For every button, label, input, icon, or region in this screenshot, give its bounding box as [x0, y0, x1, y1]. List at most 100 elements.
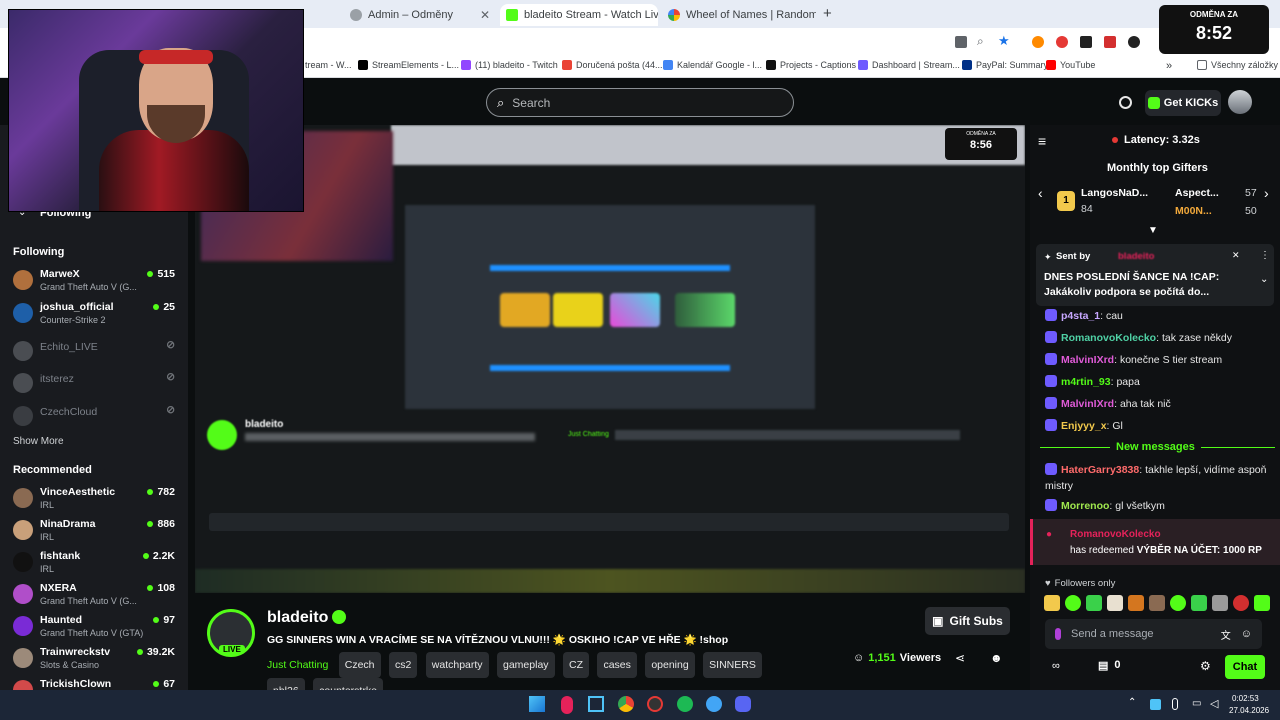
user-avatar[interactable]: [1228, 90, 1252, 114]
bookmark-item[interactable]: Doručená pošta (44...: [562, 60, 663, 70]
translate-icon[interactable]: 文: [1221, 627, 1231, 642]
windows-start-icon[interactable]: [529, 696, 545, 712]
pinned-message[interactable]: ✦ Sent by bladeito DNES POSLEDNÍ ŠANCE N…: [1036, 244, 1274, 306]
extension-icon[interactable]: [1032, 36, 1044, 48]
bookmark-item[interactable]: tream - W...: [305, 60, 352, 70]
more-icon[interactable]: ⋮: [1260, 250, 1270, 261]
chat-input[interactable]: Send a message 文 ☺: [1045, 619, 1262, 649]
bookmark-item[interactable]: Dashboard | Stream...: [858, 60, 960, 70]
app-icon[interactable]: [588, 696, 604, 712]
emoji-icon[interactable]: ☺: [1241, 628, 1252, 640]
settings-icon[interactable]: ⚙: [1200, 659, 1211, 673]
emote-icon[interactable]: [1212, 595, 1228, 611]
tab-wheel-of-names[interactable]: Wheel of Names | Random nam ✕: [662, 4, 816, 26]
emote-icon[interactable]: [1149, 595, 1165, 611]
spotify-icon[interactable]: [677, 696, 693, 712]
sidebar-item-ninadrama[interactable]: NinaDrama IRL 886: [13, 518, 181, 546]
emote-icon[interactable]: [1065, 595, 1081, 611]
bookmark-star-icon[interactable]: ★: [998, 33, 1010, 49]
sidebar-item-joshua[interactable]: joshua_official Counter-Strike 2 25: [13, 301, 181, 329]
sidebar-item-itsterez[interactable]: itsterez ⊘: [13, 371, 181, 399]
emote-icon[interactable]: [1170, 595, 1186, 611]
chat-message[interactable]: p4sta_1: cau: [1045, 308, 1275, 324]
tray-icon[interactable]: [1150, 699, 1161, 710]
share-icon[interactable]: ⋖: [955, 651, 965, 665]
microphone-icon[interactable]: [1172, 698, 1178, 710]
extension-icon[interactable]: [1104, 36, 1116, 48]
emote-icon[interactable]: [1107, 595, 1123, 611]
search-bar[interactable]: ⌕ Search: [486, 88, 794, 117]
show-more-link[interactable]: Show More: [13, 436, 64, 447]
chevron-up-icon[interactable]: ⌃: [1128, 697, 1136, 708]
emote-icon[interactable]: [1044, 595, 1060, 611]
clock-date[interactable]: 27.04.2026: [1229, 706, 1269, 715]
chevron-right-icon[interactable]: ›: [1264, 185, 1269, 201]
gifter-1[interactable]: 1 LangosNaD... 84: [1057, 187, 1157, 217]
all-bookmarks-folder[interactable]: Všechny záložky: [1197, 60, 1278, 70]
emote-icon[interactable]: [1086, 595, 1102, 611]
sidebar-item-trainwreckstv[interactable]: Trainwreckstv Slots & Casino 39.2K: [13, 646, 181, 674]
close-icon[interactable]: ✕: [480, 8, 490, 22]
emote-icon[interactable]: [1191, 595, 1207, 611]
tag-czech[interactable]: Czech: [338, 652, 381, 678]
bookmark-item[interactable]: PayPal: Summary: [962, 60, 1048, 70]
app-icon[interactable]: [561, 696, 573, 714]
sidebar-item-haunted[interactable]: Haunted Grand Theft Auto V (GTA) 97: [13, 614, 181, 642]
bookmark-item[interactable]: YouTube: [1046, 60, 1095, 70]
get-kicks-button[interactable]: Get KICKs: [1145, 90, 1221, 116]
collapse-chat-icon[interactable]: ≡: [1038, 133, 1046, 149]
chat-message[interactable]: RomanovoKolecko: tak zase někdy: [1045, 330, 1275, 346]
more-bookmarks-icon[interactable]: »: [1166, 60, 1172, 72]
translate-icon[interactable]: [955, 36, 967, 48]
chevron-down-icon[interactable]: ⌄: [1260, 274, 1268, 285]
bookmark-item[interactable]: StreamElements - L...: [358, 60, 459, 70]
sidebar-item-trickishclown[interactable]: TrickishClown 67: [13, 678, 181, 690]
extension-icon[interactable]: [1128, 36, 1140, 48]
app-icon[interactable]: [647, 696, 663, 712]
new-tab-button[interactable]: +: [823, 5, 832, 22]
extension-icon[interactable]: [1080, 36, 1092, 48]
emote-icon[interactable]: [1254, 595, 1270, 611]
sidebar-item-fishtank[interactable]: fishtank IRL 2.2K: [13, 550, 181, 578]
tag-cz[interactable]: CZ: [562, 652, 589, 678]
network-icon[interactable]: ▭: [1192, 698, 1201, 709]
tag-gameplay[interactable]: gameplay: [497, 652, 555, 678]
tab-bladeito-stream[interactable]: bladeito Stream - Watch Live o ✕: [500, 4, 658, 26]
chat-message[interactable]: Morrenoo: gl všetkym: [1045, 498, 1275, 514]
sidebar-item-echito[interactable]: Echito_LIVE ⊘: [13, 339, 181, 367]
emote-icon[interactable]: [1128, 595, 1144, 611]
volume-icon[interactable]: ◁: [1210, 697, 1218, 710]
tag-watchparty[interactable]: watchparty: [425, 652, 489, 678]
chevron-left-icon[interactable]: ‹: [1038, 185, 1043, 201]
chat-message[interactable]: MalvinIXrd: aha tak nič: [1045, 396, 1275, 412]
bookmark-item[interactable]: Projects - Captions: [766, 60, 856, 70]
discord-icon[interactable]: [735, 696, 751, 712]
streamer-name[interactable]: bladeito: [267, 609, 328, 627]
chest-points[interactable]: ▤ 0: [1098, 659, 1121, 672]
chat-message[interactable]: Enjyyy_x: Gl: [1045, 418, 1275, 434]
zoom-icon[interactable]: ⌕: [977, 34, 984, 49]
sidebar-item-marwex[interactable]: MarweX Grand Theft Auto V (G... 515: [13, 268, 181, 296]
gift-subs-button[interactable]: ▣ Gift Subs: [925, 607, 1010, 635]
unpin-icon[interactable]: ✕: [1232, 250, 1240, 261]
gifter-2[interactable]: Aspect... 57: [1163, 187, 1263, 201]
bookmark-item[interactable]: Kalendář Google - l...: [663, 60, 762, 70]
clock-time[interactable]: 0:02:53: [1232, 694, 1259, 703]
chrome-icon[interactable]: [618, 696, 634, 712]
tag-cs2[interactable]: cs2: [388, 652, 418, 678]
tag-opening[interactable]: opening: [645, 652, 695, 678]
chat-message[interactable]: HaterGarry3838: takhle lepší, vidíme asp…: [1045, 462, 1275, 494]
chat-send-button[interactable]: Chat: [1225, 655, 1265, 679]
tag-sinners[interactable]: SINNERS: [703, 652, 762, 678]
video-player[interactable]: ODMĚNA ZA 8:56 bladeito Just Chatting: [195, 125, 1025, 593]
category-link[interactable]: Just Chatting: [267, 659, 328, 671]
app-icon[interactable]: [706, 696, 722, 712]
sidebar-item-nxera[interactable]: NXERA Grand Theft Auto V (G... 108: [13, 582, 181, 610]
emote-icon[interactable]: [1233, 595, 1249, 611]
follow-icon[interactable]: ☻: [990, 651, 1003, 665]
filter-icon[interactable]: ▼: [1148, 225, 1158, 236]
chat-message[interactable]: MalvinIXrd: konečne S tier stream: [1045, 352, 1275, 368]
bookmark-item[interactable]: (11) bladeito - Twitch: [461, 60, 558, 70]
sidebar-item-czechcloud[interactable]: CzechCloud ⊘: [13, 404, 181, 432]
gifter-3[interactable]: M00N... 50: [1163, 205, 1263, 219]
